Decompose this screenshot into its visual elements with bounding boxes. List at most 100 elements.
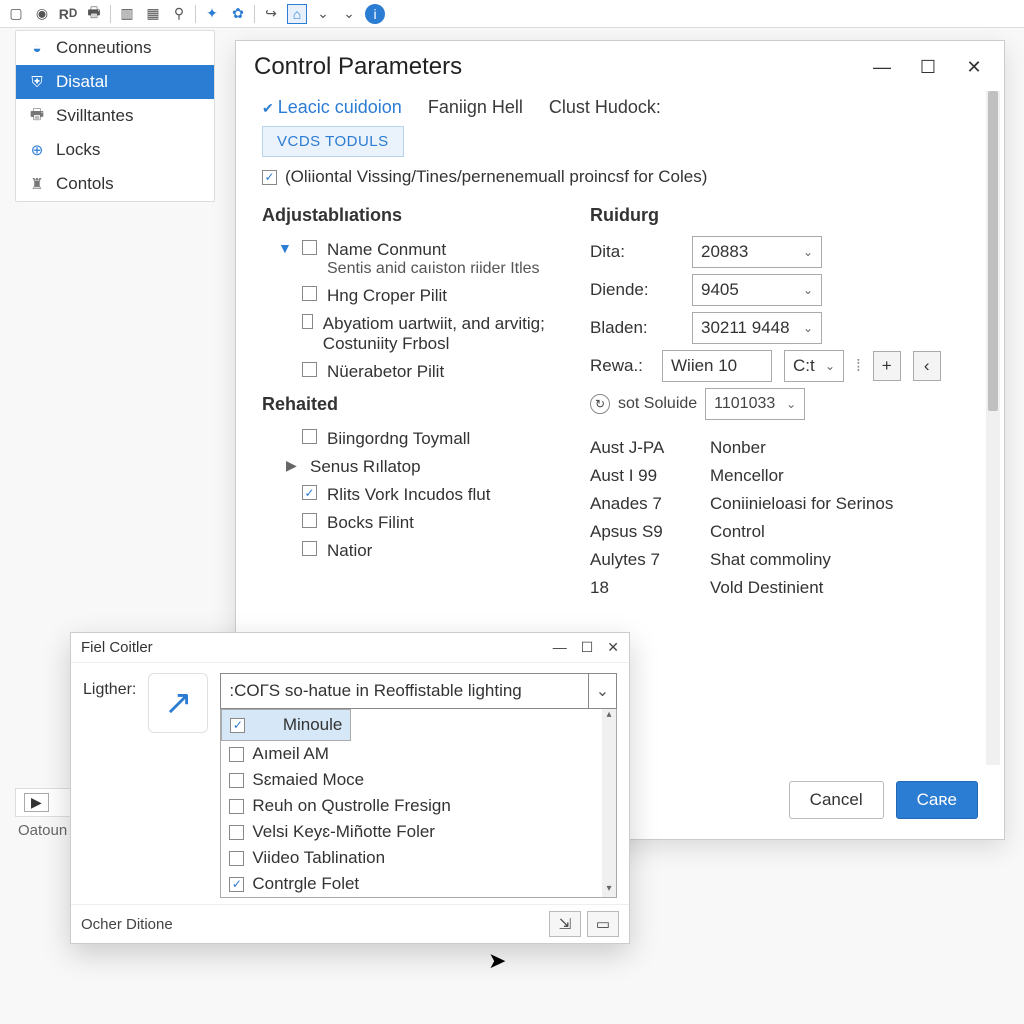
checkbox[interactable]	[302, 485, 317, 500]
chevron-down-icon[interactable]: ⌄	[339, 4, 359, 24]
kv-list: Aust J-PANonber Aust I 99Mencellor Anade…	[590, 434, 978, 602]
caret-down-icon[interactable]: ▼	[278, 240, 292, 256]
maximize-button[interactable]: ☐	[916, 57, 940, 78]
combo-option[interactable]: Sɛmaied Moce	[221, 767, 602, 793]
square-icon[interactable]: ▢	[6, 4, 26, 24]
dita-select[interactable]: 20883⌄	[692, 236, 822, 268]
checkbox[interactable]	[302, 362, 317, 377]
combo-option[interactable]: Minoule	[221, 709, 351, 741]
chevron-down-icon: ⌄	[786, 397, 796, 411]
combo-dropdown-button[interactable]: ⌄	[588, 674, 616, 708]
sparkle-icon[interactable]: ✦	[202, 4, 222, 24]
rehaited-item[interactable]: Bocks Filint	[262, 509, 562, 537]
tab-faniign[interactable]: Faniign Hell	[428, 97, 523, 118]
sidebar-item-locks[interactable]: ⊕ Locks	[16, 133, 214, 167]
checkbox[interactable]	[229, 773, 244, 788]
checkbox[interactable]	[229, 851, 244, 866]
chevron-down-icon: ⌄	[825, 359, 835, 373]
sidebar-item-disatal[interactable]: ⛨ Disatal	[16, 65, 214, 99]
rehaited-item[interactable]: Biingordng Toymall	[262, 425, 562, 453]
toolbar-separator	[254, 5, 255, 23]
scrollbar-thumb[interactable]	[988, 91, 998, 411]
gear-icon[interactable]: ✿	[228, 4, 248, 24]
checkbox[interactable]	[302, 314, 313, 329]
adjust-label: Hng Croper Pilit	[327, 286, 447, 306]
dialog-scrollbar[interactable]	[986, 91, 1000, 765]
adjust-item[interactable]: Nüerabetor Pilit	[262, 358, 562, 386]
rehaited-label: Natior	[327, 541, 372, 561]
checkbox[interactable]	[302, 429, 317, 444]
cancel-button[interactable]: Cancel	[789, 781, 884, 819]
sidebar: ◒ Conneutions ⛨ Disatal 🖶 Svilltantes ⊕ …	[15, 30, 215, 202]
adjust-item[interactable]: Hng Croper Pilit	[262, 282, 562, 310]
resize-grip-icon[interactable]: ⇲	[549, 911, 581, 937]
status-num-select[interactable]: 1101033⌄	[705, 388, 805, 420]
combo-option[interactable]: Contrgle Folet	[221, 871, 602, 897]
global-option-row[interactable]: (Oliiontal Vissing/Tines/pernenemuall pr…	[262, 167, 978, 187]
rehaited-item[interactable]: ▶ Senus Rıllatop	[262, 453, 562, 481]
ok-button[interactable]: Caʀe	[896, 781, 978, 819]
globe-icon[interactable]: ◉	[32, 4, 52, 24]
combo-option[interactable]: Reuh on Qustrolle Fresign	[221, 793, 602, 819]
home-icon[interactable]: ⌂	[287, 4, 307, 24]
tab-leacic[interactable]: Leacic cuidoion	[262, 97, 402, 118]
checkbox[interactable]	[229, 747, 244, 762]
combo-option[interactable]: Viideo Tablination	[221, 845, 602, 871]
tab-clust[interactable]: Clust Hudock:	[549, 97, 661, 118]
cursor-icon: ➤	[488, 948, 506, 974]
sidebar-item-label: Locks	[56, 140, 100, 160]
info-icon[interactable]: i	[365, 4, 385, 24]
combo-option[interactable]: Aımeil AM	[221, 741, 602, 767]
combo-option[interactable]: Velsi Keyɛ-Miñotte Foler	[221, 819, 602, 845]
minimize-button[interactable]: —	[870, 57, 894, 78]
refresh-icon[interactable]: ↻	[590, 394, 610, 414]
checkbox[interactable]	[230, 718, 245, 733]
sidebar-item-contols[interactable]: ♜ Contols	[16, 167, 214, 201]
chevron-down-icon: ⌄	[803, 245, 813, 259]
step-down-button[interactable]: ‹	[913, 351, 941, 381]
window-icon[interactable]: ▭	[587, 911, 619, 937]
printer-icon[interactable]: 🖶	[84, 4, 104, 24]
panel-left-icon[interactable]: ▥	[117, 4, 137, 24]
checkbox[interactable]	[229, 825, 244, 840]
rd-icon[interactable]: RD	[58, 4, 78, 24]
checkbox[interactable]	[229, 877, 244, 892]
checkbox[interactable]	[302, 240, 317, 255]
field-label: Bladen:	[590, 318, 680, 338]
sidebar-item-svilltantes[interactable]: 🖶 Svilltantes	[16, 99, 214, 133]
close-button[interactable]: ✕	[962, 57, 986, 78]
combo-input[interactable]	[221, 681, 588, 701]
play-button[interactable]: ▶	[24, 793, 49, 812]
checkbox[interactable]	[302, 513, 317, 528]
step-up-button[interactable]: +	[873, 351, 901, 381]
share-icon[interactable]: ↪	[261, 4, 281, 24]
bladen-select[interactable]: 30211 9448⌄	[692, 312, 822, 344]
wand-icon[interactable]: ⚲	[169, 4, 189, 24]
checkbox[interactable]	[302, 541, 317, 556]
rehaited-item[interactable]: Natior	[262, 537, 562, 565]
popup-statusbar: Ocher Ditione ⇲ ▭	[71, 904, 629, 943]
toolbar-separator	[195, 5, 196, 23]
checkbox[interactable]	[262, 170, 277, 185]
ligther-combobox[interactable]: ⌄	[220, 673, 617, 709]
caret-right-icon[interactable]: ▶	[286, 457, 300, 474]
sidebar-item-connections[interactable]: ◒ Conneutions	[16, 31, 214, 65]
dialog-titlebar: Control Parameters — ☐ ✕	[236, 41, 1004, 87]
checkbox[interactable]	[302, 286, 317, 301]
panel-grid-icon[interactable]: ▦	[143, 4, 163, 24]
adjust-item[interactable]: ▼ Name Conmunt Sentis anid caıiston riid…	[262, 236, 562, 282]
checkbox[interactable]	[229, 799, 244, 814]
popup-maximize-button[interactable]: ☐	[581, 639, 594, 656]
adjust-item[interactable]: Abyatiom uartwiit, and arvitig; Costunii…	[262, 310, 562, 358]
rewa-extra-select[interactable]: C:t⌄	[784, 350, 844, 382]
rehaited-item[interactable]: Rlits Vork Incudos flut	[262, 481, 562, 509]
dropdown-scrollbar[interactable]: ▴▾	[602, 709, 616, 897]
vcds-button[interactable]: VCDS TODULS	[262, 126, 404, 157]
popup-close-button[interactable]: ✕	[607, 639, 619, 656]
rewa-select[interactable]: Wiien 10	[662, 350, 772, 382]
chevron-down-icon[interactable]: ⌄	[313, 4, 333, 24]
adjust-label: Name Conmunt	[327, 240, 540, 260]
diende-select[interactable]: 9405⌄	[692, 274, 822, 306]
plug-icon: ◒	[28, 39, 46, 57]
popup-minimize-button[interactable]: —	[553, 639, 567, 656]
